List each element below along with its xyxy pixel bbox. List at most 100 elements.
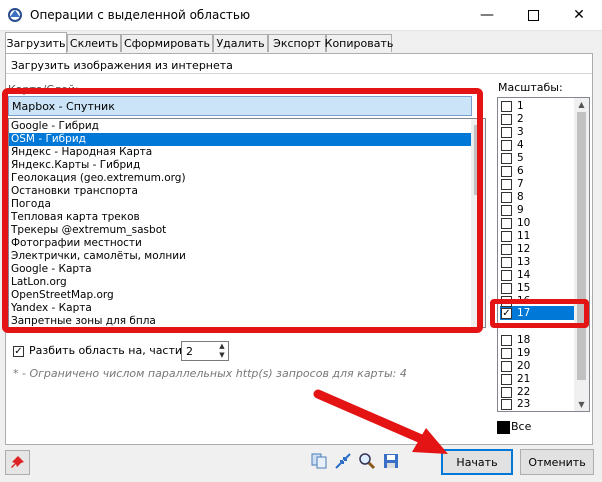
map-list[interactable]: Google - Гибрид OSM - Гибрид Яндекс - На… [8, 118, 486, 328]
list-item[interactable]: Тепловая карта треков [9, 211, 473, 224]
chevron-down-icon[interactable]: ▼ [216, 351, 228, 360]
list-item[interactable]: Остановки транспорта [9, 185, 473, 198]
scale-checkbox[interactable] [501, 127, 512, 138]
maximize-icon [527, 9, 539, 21]
start-button[interactable]: Начать [441, 449, 513, 475]
scale-item[interactable]: 23 [501, 398, 530, 411]
scale-item[interactable]: 13 [501, 256, 530, 269]
save-icon[interactable] [382, 452, 400, 470]
tab-generate[interactable]: Сформировать [121, 34, 213, 52]
close-button[interactable]: ✕ [556, 0, 602, 30]
scale-checkbox[interactable] [501, 399, 512, 410]
scroll-up-icon[interactable]: ▲ [574, 98, 589, 111]
list-item[interactable]: Погода [9, 198, 473, 211]
scale-label: 19 [517, 347, 531, 359]
cancel-button[interactable]: Отменить [520, 449, 594, 475]
list-item[interactable]: Яндекс - Народная Карта [9, 146, 473, 159]
scroll-down-icon[interactable]: ▼ [574, 398, 589, 411]
minimize-button[interactable]: — [464, 0, 510, 30]
scale-item[interactable]: 4 [501, 139, 524, 152]
scale-label: 3 [517, 126, 524, 138]
pin-button[interactable] [5, 450, 30, 475]
scale-checkbox[interactable] [501, 283, 512, 294]
scale-checkbox[interactable] [501, 374, 512, 385]
scale-item[interactable]: 9 [501, 204, 524, 217]
scale-checkbox[interactable] [501, 244, 512, 255]
zoom-icon[interactable] [358, 452, 376, 470]
all-scales-label: Все [511, 420, 532, 433]
tab-copy[interactable]: Копировать [325, 34, 393, 52]
copy-icon[interactable] [310, 452, 328, 470]
scale-item[interactable]: 15 [501, 282, 530, 295]
arrows-icon[interactable] [334, 452, 352, 470]
list-item[interactable]: LatLon.org [9, 276, 473, 289]
tab-delete[interactable]: Удалить [213, 34, 268, 52]
tab-download[interactable]: Загрузить [5, 32, 67, 53]
map-select[interactable]: Mapbox - Спутник [8, 96, 472, 116]
list-item[interactable]: OpenStreetMap.org [9, 289, 473, 302]
scale-item[interactable]: 8 [501, 191, 524, 204]
map-list-scrollbar[interactable] [471, 119, 485, 327]
list-item[interactable]: Фотографии местности [9, 237, 473, 250]
scales-list[interactable]: 1 2 3 4 5 6 7 8 9 10 11 12 13 14 15 16 ✓… [497, 97, 590, 412]
scale-checkbox[interactable] [501, 335, 512, 346]
scale-checkbox[interactable] [501, 257, 512, 268]
scale-item[interactable]: 11 [501, 230, 530, 243]
map-layer-label: Карта/Слой: [8, 83, 79, 96]
window-title: Операции с выделенной областью [30, 8, 251, 22]
scale-label: 11 [517, 230, 531, 242]
scale-item[interactable]: 2 [501, 113, 524, 126]
chevron-up-icon[interactable]: ▲ [216, 342, 228, 351]
split-checkbox[interactable]: ✓ [13, 346, 24, 357]
list-item[interactable]: Трекеры @extremum_sasbot [9, 224, 473, 237]
scale-item[interactable]: 18 [501, 334, 530, 347]
scale-checkbox[interactable] [501, 270, 512, 281]
list-item[interactable]: Электрички, самолёты, молнии [9, 250, 473, 263]
scale-item[interactable]: 5 [501, 152, 524, 165]
minimize-icon: — [480, 7, 494, 23]
list-item-selected[interactable]: OSM - Гибрид [9, 133, 473, 146]
scale-item[interactable]: 19 [501, 347, 530, 360]
scale-item[interactable]: 20 [501, 360, 530, 373]
scale-checkbox[interactable] [501, 114, 512, 125]
tab-export[interactable]: Экспорт [268, 34, 326, 52]
scale-checkbox[interactable] [501, 387, 512, 398]
scales-scrollbar[interactable]: ▲ ▼ [574, 98, 589, 411]
scrollbar-thumb[interactable] [577, 112, 586, 380]
scale-item[interactable]: 21 [501, 373, 530, 386]
maximize-button[interactable] [510, 0, 556, 30]
list-item[interactable]: Яндекс.Карты - Гибрид [9, 159, 473, 172]
split-parts-stepper[interactable]: 2 ▲ ▼ [181, 341, 229, 361]
scale-checkbox-checked[interactable]: ✓ [501, 308, 512, 319]
scale-item[interactable]: 6 [501, 165, 524, 178]
list-item[interactable]: Google - Карта [9, 263, 473, 276]
scale-checkbox[interactable] [501, 231, 512, 242]
scale-checkbox[interactable] [501, 179, 512, 190]
list-item[interactable]: Запретные зоны для бпла [9, 315, 473, 327]
scale-checkbox[interactable] [501, 153, 512, 164]
list-item[interactable]: Google - Гибрид [9, 120, 473, 133]
scale-item[interactable]: 10 [501, 217, 530, 230]
scale-checkbox[interactable] [501, 192, 512, 203]
scale-checkbox[interactable] [501, 348, 512, 359]
scale-item[interactable]: 3 [501, 126, 524, 139]
scale-item[interactable]: 14 [501, 269, 530, 282]
list-item[interactable]: Геолокация (geo.extremum.org) [9, 172, 473, 185]
scale-checkbox[interactable] [501, 218, 512, 229]
scale-checkbox[interactable] [501, 101, 512, 112]
scrollbar-thumb[interactable] [474, 125, 482, 195]
scale-item-selected[interactable]: ✓ 17 [501, 307, 530, 320]
scale-item[interactable]: 1 [501, 100, 524, 113]
tab-merge[interactable]: Склеить [67, 34, 121, 52]
scale-checkbox[interactable] [501, 140, 512, 151]
split-checkbox-label: Разбить область на, части*: [29, 344, 192, 357]
scale-checkbox[interactable] [501, 361, 512, 372]
scale-item[interactable]: 24 [501, 411, 530, 412]
scale-checkbox[interactable] [501, 205, 512, 216]
scale-item[interactable]: 12 [501, 243, 530, 256]
list-item[interactable]: Yandex - Карта [9, 302, 473, 315]
scale-checkbox[interactable] [501, 166, 512, 177]
scale-checkbox[interactable] [501, 296, 512, 307]
all-scales-checkbox[interactable] [497, 421, 510, 434]
scale-item[interactable]: 7 [501, 178, 524, 191]
